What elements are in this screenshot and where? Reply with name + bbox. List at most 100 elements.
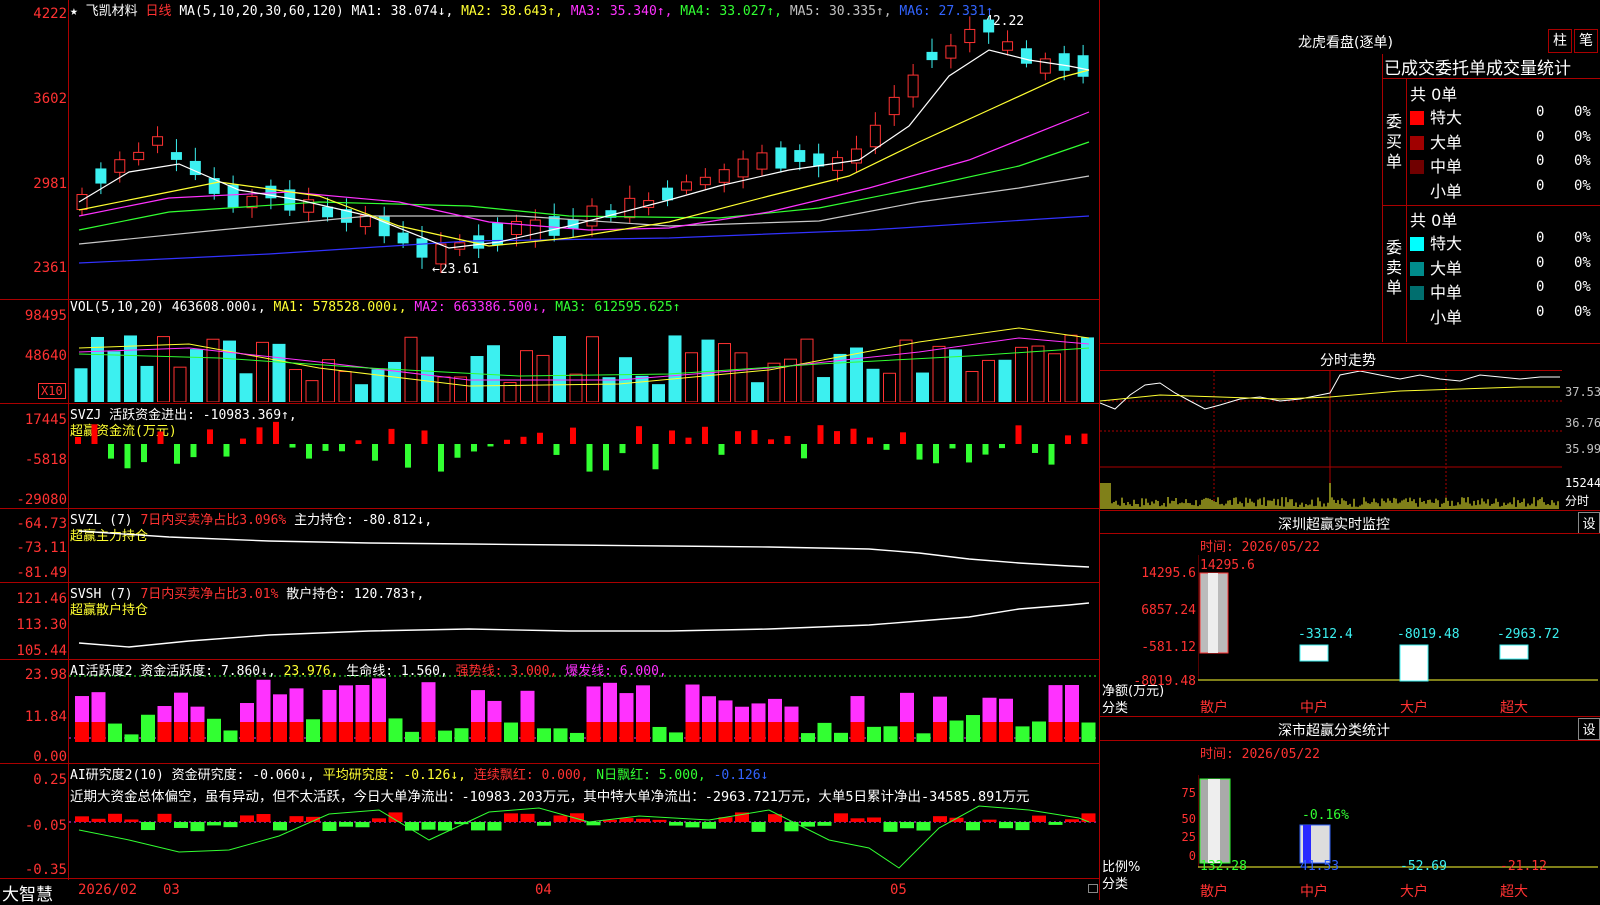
volume-chart[interactable] bbox=[69, 318, 1099, 402]
buy-swatch bbox=[1410, 160, 1424, 174]
sz-monitor-settings-button[interactable]: 设 bbox=[1578, 512, 1600, 534]
ai2-bar bbox=[867, 726, 881, 742]
longhu-title: 龙虎看盘(逐单) bbox=[1298, 35, 1393, 51]
ai2-axis-1: 23.98 bbox=[24, 667, 67, 683]
volume-bar bbox=[421, 356, 434, 402]
buy-pct: 0% bbox=[1574, 104, 1591, 120]
ai2-bar-base bbox=[636, 722, 650, 742]
ai2-bar-base bbox=[784, 722, 799, 742]
ai2-bar-base bbox=[999, 722, 1013, 742]
ai2-bar bbox=[454, 728, 469, 742]
buy-name: 中单 bbox=[1430, 157, 1463, 176]
ai2-bar bbox=[207, 718, 221, 742]
sz-class-axis-1: 75 bbox=[1181, 786, 1196, 800]
volume-bar bbox=[965, 371, 979, 402]
ai2-bar-base bbox=[240, 722, 254, 742]
svzj-bar bbox=[421, 430, 428, 444]
tab-tick[interactable]: 笔 bbox=[1574, 29, 1598, 53]
date-label-4: 05 bbox=[890, 882, 907, 898]
sz-class-note: -0.16% bbox=[1302, 808, 1349, 823]
aiyj-bar bbox=[702, 822, 716, 829]
sz-class-axis-2: 50 bbox=[1181, 812, 1196, 826]
volume-bar bbox=[487, 345, 500, 402]
ai2-bar-base bbox=[586, 722, 601, 742]
volume-bar bbox=[74, 368, 88, 402]
aiyj-bar bbox=[504, 813, 518, 822]
aiyj-v2: 平均研究度: -0.126↓, bbox=[322, 768, 466, 783]
aiyj-bar bbox=[124, 819, 139, 822]
sell-name: 特大 bbox=[1430, 234, 1463, 253]
sz-class-settings-button[interactable]: 设 bbox=[1578, 718, 1600, 740]
ai2-axis-3: 0.00 bbox=[33, 749, 67, 765]
buy-rows: 特大 0 0% 大单 0 0% 中单 0 0% 小单 0 0% bbox=[1410, 104, 1600, 202]
candle-body bbox=[813, 153, 825, 167]
candle-body bbox=[945, 45, 957, 59]
svzl-axis-3: -81.49 bbox=[16, 565, 67, 581]
tab-bar[interactable]: 柱 bbox=[1548, 29, 1572, 53]
vol-ma2: MA2: 663386.500↓, bbox=[414, 300, 548, 315]
sz-class-cat-3: 大户 bbox=[1400, 884, 1428, 900]
buy-row: 大单 0 0% bbox=[1410, 129, 1600, 154]
buy-label: 委买单 bbox=[1386, 112, 1403, 171]
ai2-chart[interactable] bbox=[69, 660, 1099, 762]
lock-icon[interactable] bbox=[1088, 884, 1098, 893]
aiyj-chart[interactable] bbox=[69, 800, 1099, 878]
volume-bar bbox=[289, 369, 302, 402]
volume-bar bbox=[272, 343, 286, 402]
candle-body bbox=[964, 28, 976, 44]
buy-pct: 0% bbox=[1574, 128, 1591, 145]
buy-row: 小单 0 0% bbox=[1410, 178, 1600, 203]
aiyj-bar bbox=[933, 816, 947, 822]
svsh-axis-1: 121.46 bbox=[16, 591, 67, 607]
fenshi-vol-unit: 分时 bbox=[1565, 494, 1590, 508]
svzj-bar bbox=[867, 437, 873, 444]
svzj-bar bbox=[834, 431, 840, 444]
volume-bar bbox=[355, 384, 368, 402]
svzj-bar bbox=[438, 444, 444, 472]
candle-body bbox=[756, 152, 768, 170]
volume-bar bbox=[338, 371, 352, 402]
buy-name: 特大 bbox=[1430, 108, 1463, 127]
svzj-bar bbox=[91, 424, 98, 444]
aiyj-bar bbox=[91, 818, 106, 822]
candle-body bbox=[529, 219, 541, 241]
sz-class-axis-3: 25 bbox=[1181, 830, 1196, 844]
aiyj-bar bbox=[916, 822, 931, 831]
candle-body bbox=[662, 187, 674, 201]
sell-count: 0 bbox=[1536, 279, 1545, 295]
fenshi-chart[interactable] bbox=[1100, 371, 1562, 509]
candle-body bbox=[114, 159, 126, 173]
svzj-bar bbox=[801, 444, 807, 459]
candle-body bbox=[152, 136, 164, 146]
sz-class-cat-4: 超大 bbox=[1500, 884, 1528, 900]
sell-row: 小单 0 0% bbox=[1410, 304, 1600, 329]
main-chart-area[interactable]: ★ 飞凯材料 日线 MA(5,10,20,30,60,120) MA1: 38.… bbox=[0, 0, 1100, 905]
aiyj-axis-2: -0.05 bbox=[24, 818, 67, 834]
longhu-header: 已成交委托单成交量统计 bbox=[1384, 59, 1571, 79]
svzj-bar bbox=[157, 431, 164, 444]
candle-body bbox=[473, 235, 485, 249]
volume-bar bbox=[454, 376, 467, 402]
svzj-bar bbox=[999, 444, 1005, 449]
vol-axis-1: 98495 bbox=[24, 308, 67, 324]
svzj-bar bbox=[141, 444, 147, 463]
svsh-chart[interactable] bbox=[69, 583, 1099, 658]
ai2-bar-base bbox=[157, 722, 172, 742]
svzj-bar bbox=[273, 421, 279, 444]
volume-bar bbox=[569, 373, 583, 402]
sz-class-val-1: 132.28 bbox=[1200, 859, 1247, 874]
sell-swatch bbox=[1410, 286, 1424, 300]
candle-body bbox=[737, 158, 749, 178]
kline-chart[interactable] bbox=[69, 16, 1099, 298]
volume-bar bbox=[470, 356, 484, 402]
svzl-chart[interactable] bbox=[69, 509, 1099, 581]
ai2-bar-base bbox=[718, 722, 733, 742]
svzj-chart[interactable] bbox=[69, 404, 1099, 507]
candle-body bbox=[1058, 53, 1070, 71]
sz-class-xlabel: 分类 bbox=[1102, 877, 1129, 892]
ai2-bar bbox=[1081, 722, 1096, 742]
volume-bar bbox=[388, 361, 401, 402]
ai2-bar bbox=[570, 732, 584, 742]
aiyj-bar bbox=[75, 816, 89, 822]
ai2-bar-base bbox=[339, 722, 353, 742]
